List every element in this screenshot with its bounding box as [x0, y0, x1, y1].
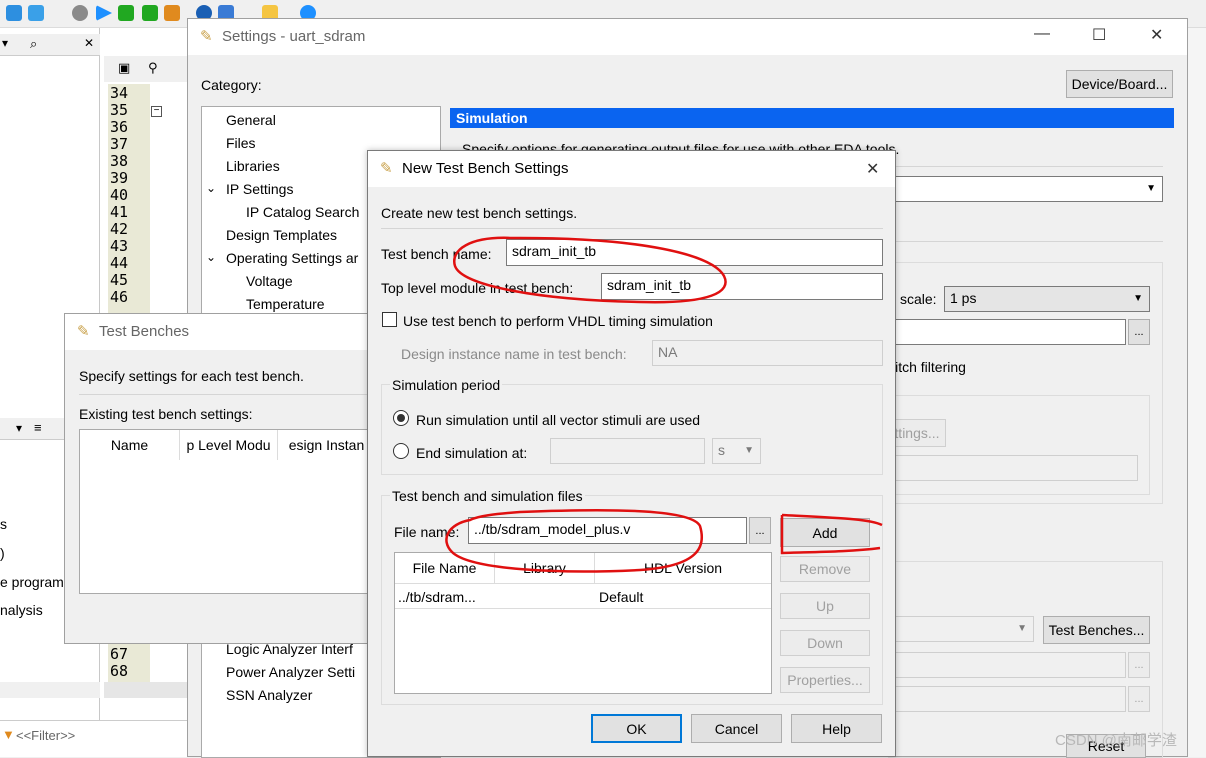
annotation-circle [453, 236, 727, 304]
annotation-layer: CSDN @南邮学渣 [445, 236, 1177, 749]
watermark: CSDN @南邮学渣 [1055, 732, 1177, 749]
annotation-box [780, 513, 883, 555]
annotation-circle [445, 508, 704, 573]
